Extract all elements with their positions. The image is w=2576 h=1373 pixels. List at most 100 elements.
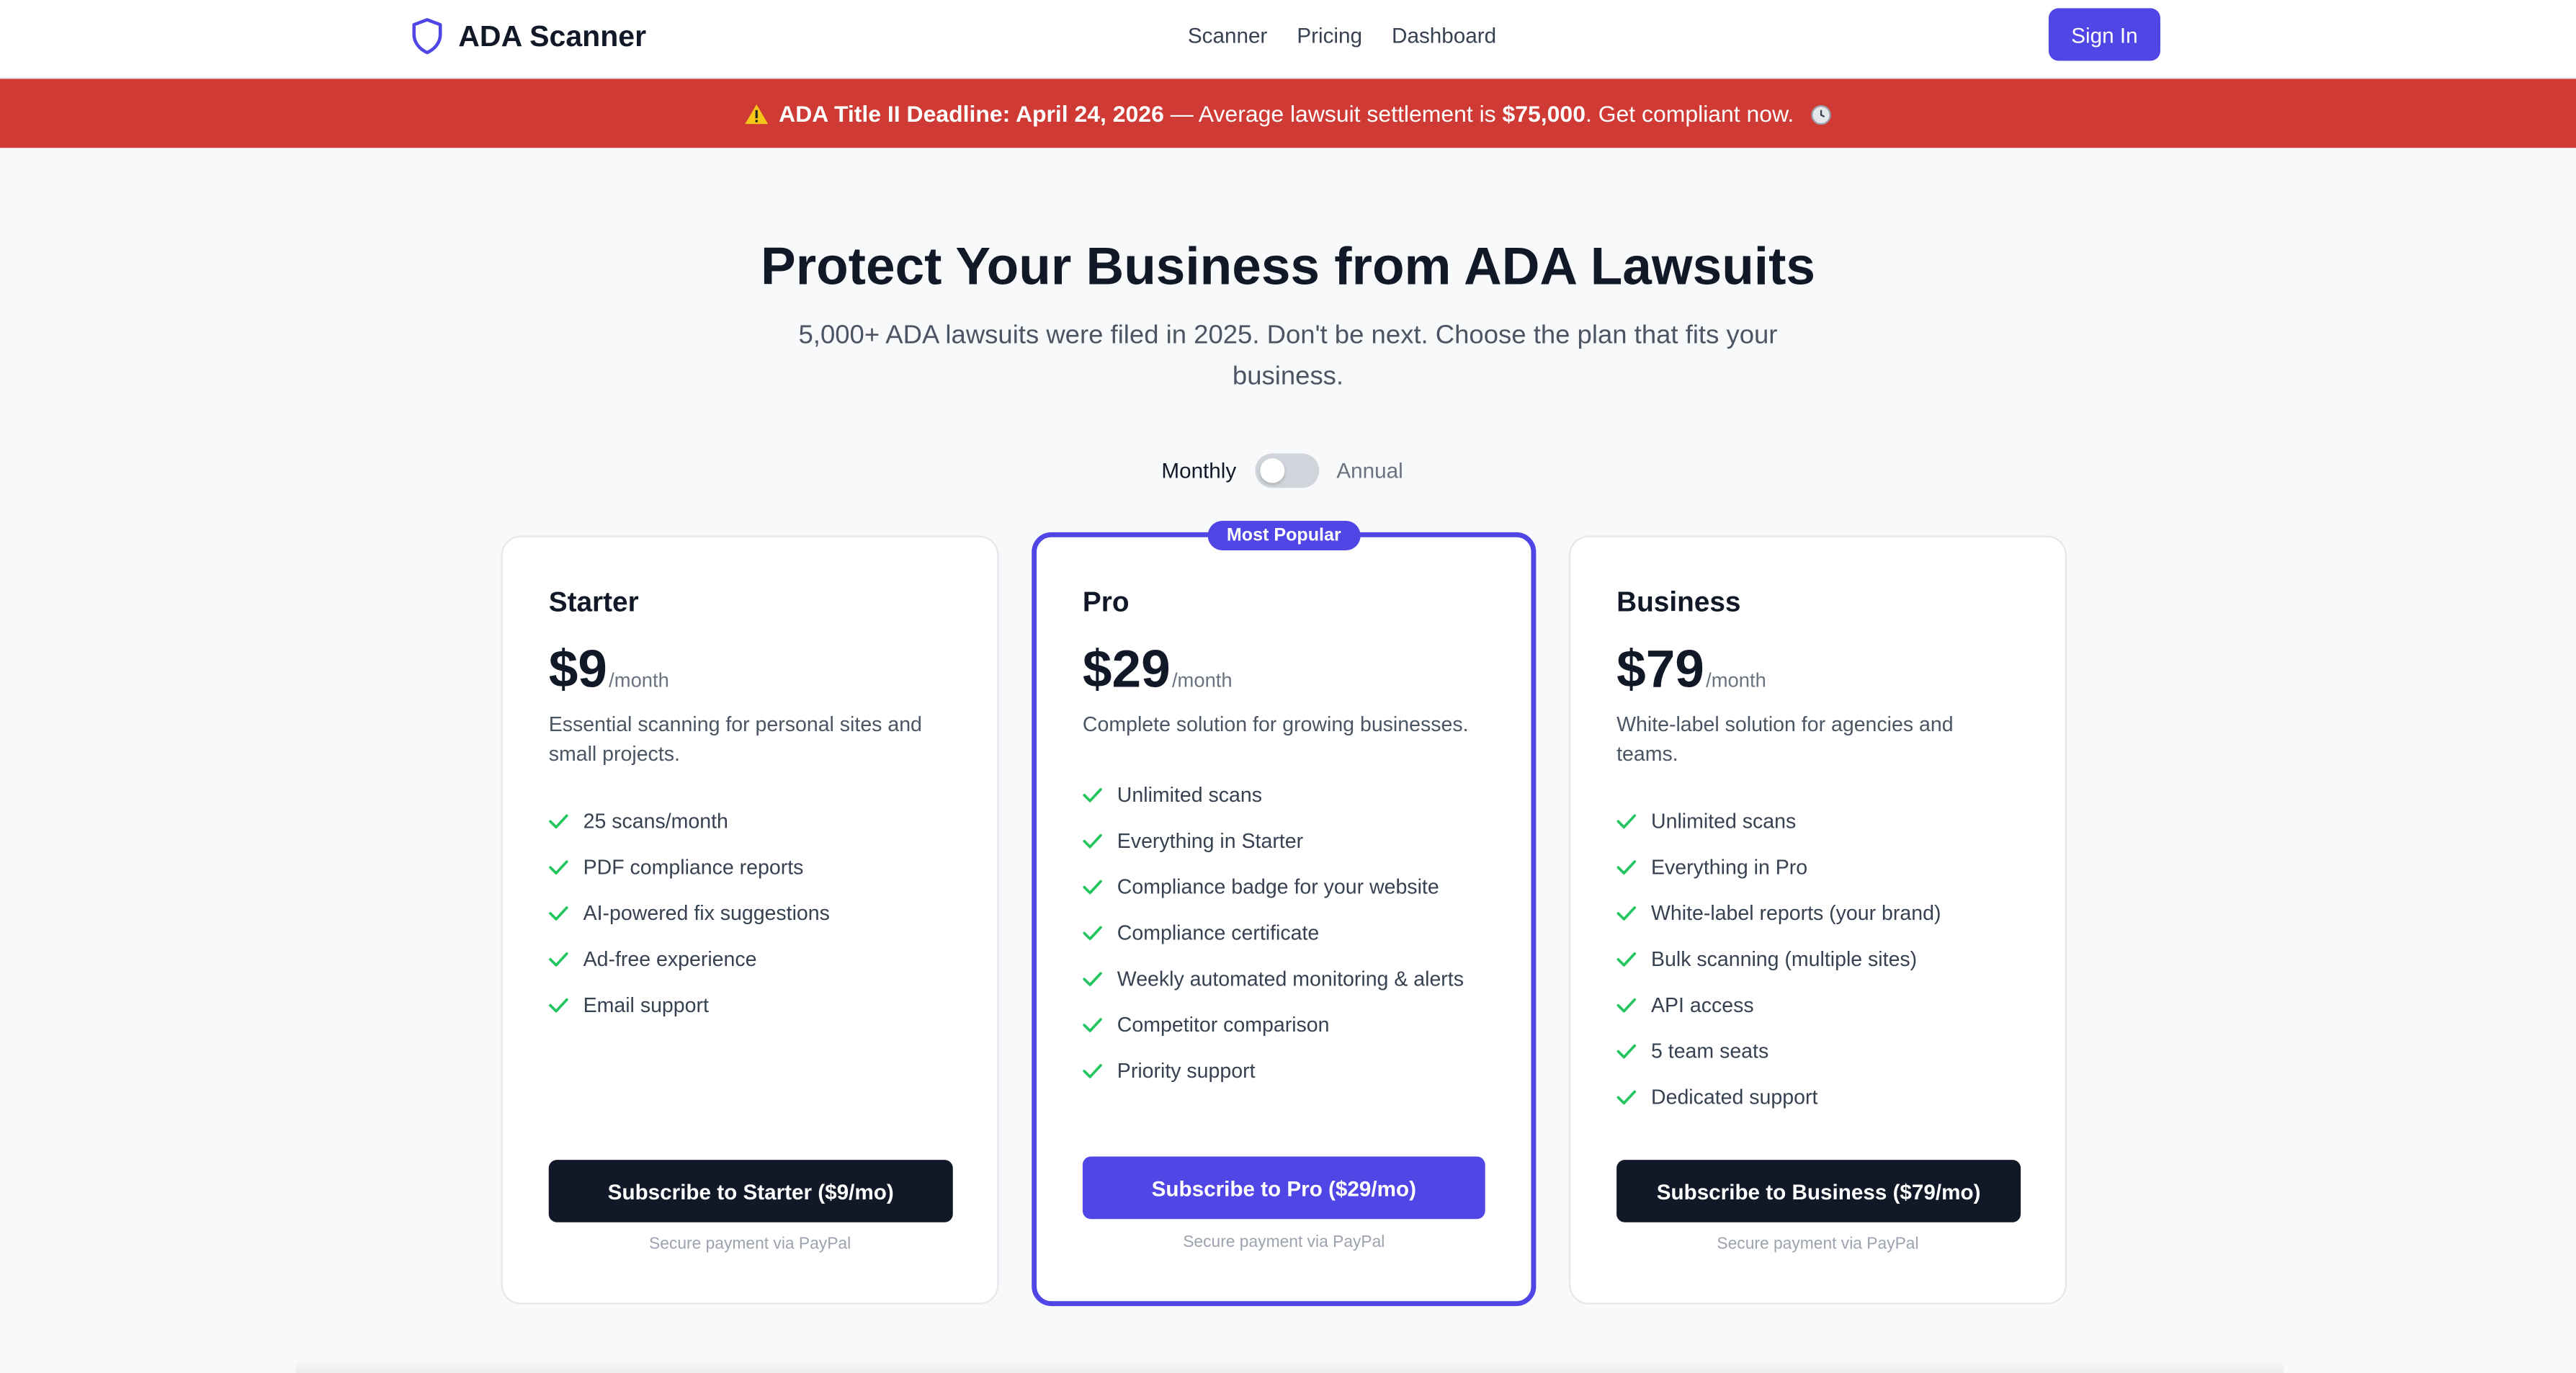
billing-toggle[interactable] xyxy=(1254,453,1319,488)
feature-item: AI-powered fix suggestions xyxy=(549,890,952,936)
check-icon xyxy=(1083,880,1102,895)
feature-list: Unlimited scans Everything in Pro White-la… xyxy=(1616,798,2019,1120)
check-icon xyxy=(1616,860,1637,875)
secure-payment-note: Secure payment via PayPal xyxy=(649,1235,851,1254)
banner-amount: $75,000 xyxy=(1502,100,1586,127)
plan-description: Essential scanning for personal sites an… xyxy=(548,712,922,766)
billing-toggle-row: Monthly Annual xyxy=(1161,453,1403,488)
feature-text: White-label reports (your brand) xyxy=(1651,902,1941,925)
nav-link-scanner[interactable]: Scanner xyxy=(1188,23,1267,48)
feature-item: PDF compliance reports xyxy=(549,844,952,890)
nav-links: Scanner Pricing Dashboard xyxy=(1188,23,1526,48)
feature-text: Dedicated support xyxy=(1651,1086,1818,1109)
feature-item: Competitor comparison xyxy=(1083,1002,1485,1048)
feature-text: Bulk scanning (multiple sites) xyxy=(1651,947,1918,971)
nav-link-pricing[interactable]: Pricing xyxy=(1297,23,1362,48)
check-icon xyxy=(549,860,568,875)
plan-card-starter: Starter $9/month Essential scanning for … xyxy=(501,535,999,1305)
feature-text: Weekly automated monitoring & alerts xyxy=(1117,967,1464,991)
feature-item: Email support xyxy=(549,983,952,1029)
feature-item: 5 team seats xyxy=(1616,1029,2019,1075)
check-icon xyxy=(1083,1064,1102,1078)
banner-tail: . Get compliant now. xyxy=(1585,100,1794,127)
plan-description: Complete solution for growing businesses… xyxy=(1082,712,1469,736)
feature-item: Dedicated support xyxy=(1616,1075,2019,1121)
feature-text: API access xyxy=(1651,993,1754,1017)
check-icon xyxy=(1616,906,1637,921)
feature-text: Competitor comparison xyxy=(1117,1014,1330,1037)
feature-item: White-label reports (your brand) xyxy=(1616,890,2019,936)
feature-item: Weekly automated monitoring & alerts xyxy=(1083,956,1485,1002)
check-icon xyxy=(549,814,568,829)
feature-item: Compliance certificate xyxy=(1083,910,1485,956)
feature-text: Unlimited scans xyxy=(1651,810,1797,833)
plan-description: White-label solution for agencies and te… xyxy=(1616,712,1954,766)
feature-text: Everything in Pro xyxy=(1651,856,1808,880)
brand[interactable]: ADA Scanner xyxy=(409,17,646,56)
feature-item: Bulk scanning (multiple sites) xyxy=(1616,936,2019,983)
plan-period: /month xyxy=(609,668,669,692)
most-popular-badge: Most Popular xyxy=(1207,520,1361,551)
toggle-knob xyxy=(1259,458,1284,483)
feature-text: AI-powered fix suggestions xyxy=(583,902,830,925)
subscribe-pro-button[interactable]: Subscribe to Pro ($29/mo) xyxy=(1082,1156,1485,1220)
check-icon xyxy=(1616,1044,1637,1059)
check-icon xyxy=(1616,814,1637,829)
check-icon xyxy=(1083,833,1102,849)
top-nav: ADA Scanner Scanner Pricing Dashboard Si… xyxy=(0,0,2576,79)
feature-text: Ad-free experience xyxy=(583,947,757,971)
timer-icon xyxy=(1811,104,1831,125)
feature-text: Everything in Starter xyxy=(1117,829,1304,853)
banner-middle: — Average lawsuit settlement is xyxy=(1163,100,1503,127)
check-icon xyxy=(1616,952,1637,967)
warning-icon xyxy=(745,103,769,124)
feature-item: Compliance badge for your website xyxy=(1083,864,1485,911)
plan-period: /month xyxy=(1706,668,1766,692)
feature-text: Compliance certificate xyxy=(1117,921,1320,945)
brand-name: ADA Scanner xyxy=(458,19,647,52)
check-icon xyxy=(1083,926,1102,941)
check-icon xyxy=(1083,972,1102,987)
plan-price: $29 xyxy=(1082,639,1171,699)
plan-card-pro: Most Popular Pro $29/month Complete solu… xyxy=(1032,520,1537,1307)
feature-item: API access xyxy=(1616,983,2019,1029)
check-icon xyxy=(1616,998,1637,1013)
plan-card-business: Business $79/month White-label solution … xyxy=(1568,535,2067,1305)
feature-text: Unlimited scans xyxy=(1117,783,1263,807)
plan-period: /month xyxy=(1171,668,1233,692)
banner-deadline: ADA Title II Deadline: April 24, 2026 xyxy=(779,100,1164,127)
nav-link-dashboard[interactable]: Dashboard xyxy=(1392,23,1496,48)
feature-text: PDF compliance reports xyxy=(583,856,804,880)
feature-list: Unlimited scans Everything in Starter Comp… xyxy=(1083,772,1485,1094)
check-icon xyxy=(1083,788,1102,802)
page-subtitle: 5,000+ ADA lawsuits were filed in 2025. … xyxy=(798,321,1778,391)
subscribe-business-button[interactable]: Subscribe to Business ($79/mo) xyxy=(1616,1160,2021,1222)
feature-item: Priority support xyxy=(1083,1048,1485,1094)
annual-label[interactable]: Annual xyxy=(1336,458,1403,483)
check-icon xyxy=(1083,1018,1102,1032)
feature-item: Everything in Starter xyxy=(1083,818,1485,864)
check-icon xyxy=(549,998,568,1013)
feature-text: 5 team seats xyxy=(1651,1039,1769,1063)
shield-icon xyxy=(412,18,442,55)
sign-in-button[interactable]: Sign In xyxy=(2048,8,2160,61)
deadline-banner: ADA Title II Deadline: April 24, 2026 — … xyxy=(0,79,2576,148)
feature-item: Ad-free experience xyxy=(549,936,952,983)
check-icon xyxy=(549,952,568,967)
subscribe-starter-button[interactable]: Subscribe to Starter ($9/mo) xyxy=(548,1160,953,1222)
plan-price: $79 xyxy=(1616,639,1704,699)
plan-name: Pro xyxy=(1082,586,1130,618)
feature-item: Unlimited scans xyxy=(1083,772,1485,818)
footer-shadow xyxy=(295,1360,2284,1373)
plan-price: $9 xyxy=(548,639,607,699)
check-icon xyxy=(549,906,568,921)
feature-item: Unlimited scans xyxy=(1616,798,2019,844)
feature-text: 25 scans/month xyxy=(583,810,728,833)
secure-payment-note: Secure payment via PayPal xyxy=(1717,1235,1919,1254)
secure-payment-note: Secure payment via PayPal xyxy=(1183,1233,1385,1252)
feature-text: Compliance badge for your website xyxy=(1117,875,1439,899)
page-title: Protect Your Business from ADA Lawsuits xyxy=(761,236,1815,296)
plan-name: Starter xyxy=(548,586,639,618)
feature-item: Everything in Pro xyxy=(1616,844,2019,890)
monthly-label[interactable]: Monthly xyxy=(1161,458,1236,483)
